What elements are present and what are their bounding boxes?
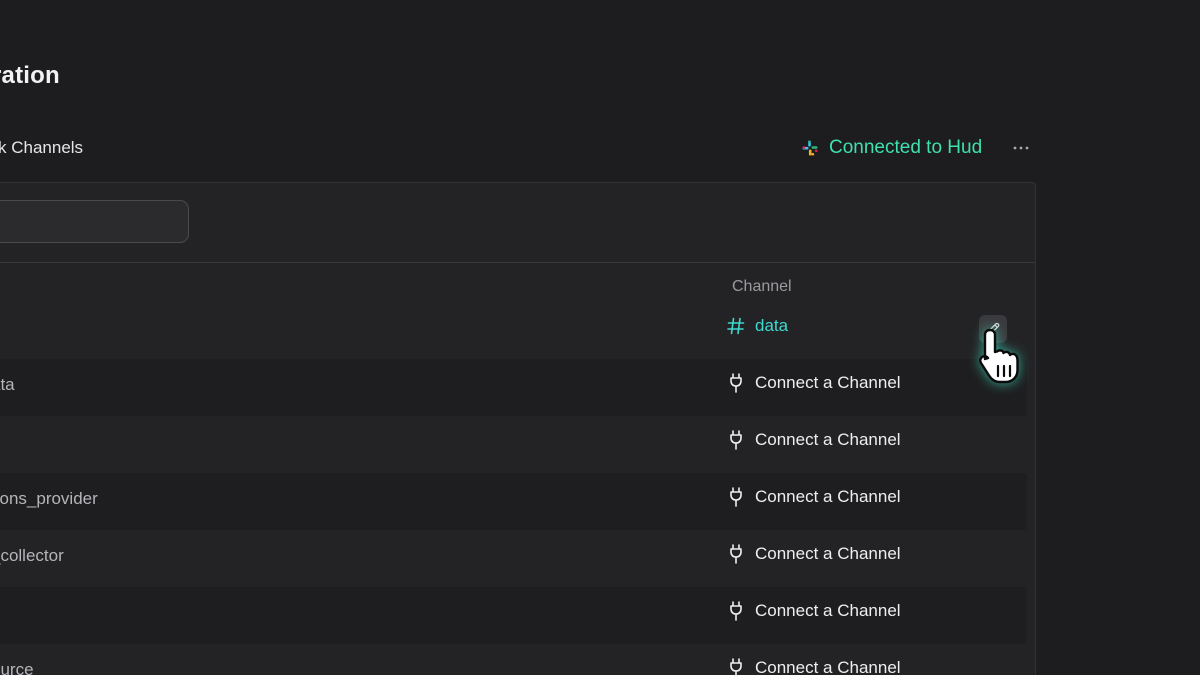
plug-icon (727, 430, 745, 450)
row-name: ource (0, 660, 34, 675)
panel-toolbar (0, 183, 1035, 263)
channels-panel: Channel data ata Connect a Channel Connect … (0, 182, 1036, 675)
table-row: Connect a Channel (0, 587, 1027, 644)
table-row: tions_provider Connect a Channel (0, 473, 1027, 530)
channel-label: Connect a Channel (755, 658, 901, 675)
channel-label: data (755, 316, 789, 335)
plug-icon (727, 487, 745, 507)
table-row: ource Connect a Channel (0, 644, 1027, 675)
connect-channel-button[interactable]: Connect a Channel (727, 430, 901, 450)
plug-icon (727, 544, 745, 564)
channel-label: Connect a Channel (755, 544, 901, 563)
page-title: ration (0, 62, 60, 89)
integration-page: ration k Channels Connected to Hud Chann… (0, 0, 1200, 675)
row-name: tions_provider (0, 489, 98, 508)
row-name: ata (0, 375, 15, 394)
channel-label: Connect a Channel (755, 487, 901, 506)
connect-channel-button[interactable]: Connect a Channel (727, 373, 901, 393)
more-horizontal-icon (1013, 146, 1029, 150)
table-row: data (0, 302, 1027, 359)
connect-channel-button[interactable]: Connect a Channel (727, 601, 901, 621)
connect-channel-button[interactable]: Connect a Channel (727, 487, 901, 507)
table-row: Connect a Channel (0, 416, 1027, 473)
plug-icon (727, 658, 745, 675)
column-header-channel: Channel (732, 278, 792, 295)
channel-label: Connect a Channel (755, 601, 901, 620)
plug-icon (727, 373, 745, 393)
edit-channel-button[interactable] (979, 315, 1007, 343)
connection-status[interactable]: Connected to Hud (802, 136, 982, 160)
pencil-icon (987, 322, 1000, 335)
table-row: ata Connect a Channel (0, 359, 1027, 416)
channel-label: Connect a Channel (755, 373, 901, 392)
slack-icon (802, 140, 818, 156)
section-label: k Channels (0, 138, 84, 157)
table-rows: data ata Connect a Channel Connect a Channe… (0, 302, 1027, 675)
connect-channel-button[interactable]: Connect a Channel (727, 658, 901, 675)
row-name: _collector (0, 546, 64, 565)
table-row: _collector Connect a Channel (0, 530, 1027, 587)
connect-channel-button[interactable]: Connect a Channel (727, 544, 901, 564)
search-input[interactable] (0, 200, 189, 243)
hash-icon (727, 316, 745, 336)
connected-channel[interactable]: data (727, 316, 788, 336)
channel-label: Connect a Channel (755, 430, 901, 449)
connection-status-text: Connected to Hud (829, 137, 983, 158)
more-options-button[interactable] (1010, 138, 1032, 158)
plug-icon (727, 601, 745, 621)
